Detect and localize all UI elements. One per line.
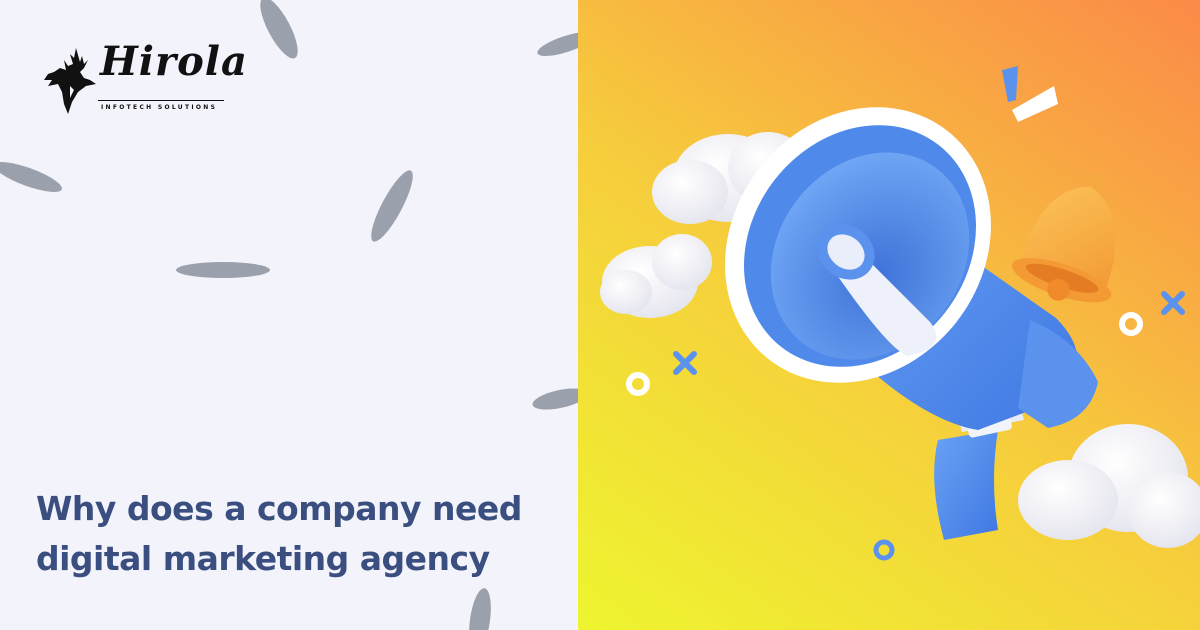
- deer-head-logo-icon: [44, 48, 96, 114]
- cloud-icon: [600, 234, 712, 318]
- spark-icon: [1012, 86, 1058, 122]
- plus-icon: [673, 351, 697, 375]
- decorative-dash: [465, 586, 495, 630]
- ring-icon: [1119, 312, 1143, 336]
- headline-line-1: Why does a company need: [36, 489, 522, 528]
- brand-tagline: INFOTECH SOLUTIONS: [101, 104, 218, 111]
- bell-icon: [1011, 172, 1116, 303]
- ring-icon: [873, 539, 895, 561]
- decorative-dash: [0, 156, 65, 198]
- page: Hirola INFOTECH SOLUTIONS Why does a com…: [0, 0, 1200, 630]
- headline-line-2: digital marketing agency: [36, 539, 490, 578]
- plus-icon: [1161, 291, 1185, 315]
- decorative-dash: [253, 0, 305, 64]
- cloud-icon: [1018, 424, 1200, 548]
- headline: Why does a company need digital marketin…: [36, 484, 566, 584]
- decorative-dash: [364, 165, 420, 247]
- right-panel: [578, 0, 1200, 630]
- decorative-dash: [530, 384, 578, 414]
- decorative-dash: [176, 262, 270, 278]
- spark-icon: [1002, 66, 1018, 102]
- brand-underline: [98, 100, 224, 101]
- brand-name: Hirola: [100, 38, 248, 85]
- ring-icon: [626, 372, 650, 396]
- megaphone-illustration: [600, 66, 1200, 561]
- decorative-dash: [534, 27, 578, 61]
- left-panel: Hirola INFOTECH SOLUTIONS Why does a com…: [0, 0, 578, 630]
